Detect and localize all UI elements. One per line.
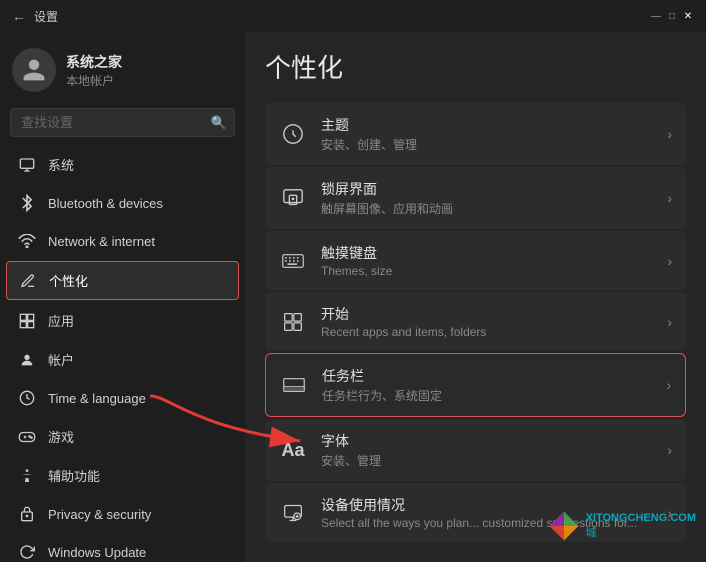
watermark-city: 城 <box>586 524 696 540</box>
start-icon <box>279 308 307 336</box>
system-icon <box>18 156 36 174</box>
chevron-icon: › <box>667 190 672 206</box>
device-usage-icon <box>279 499 307 527</box>
sidebar-item-label: Bluetooth & devices <box>48 196 163 211</box>
sidebar: 系统之家 本地帐户 🔍 系统 <box>0 32 245 562</box>
nav-personalization[interactable]: 个性化 <box>6 261 239 300</box>
chevron-icon: › <box>667 442 672 458</box>
time-icon <box>18 389 36 407</box>
nav-time[interactable]: Time & language <box>6 380 239 416</box>
nav-accessibility[interactable]: 辅助功能 <box>6 457 239 494</box>
network-icon <box>18 232 36 250</box>
nav-network[interactable]: Network & internet <box>6 223 239 259</box>
gaming-icon <box>18 428 36 446</box>
settings-text-lockscreen: 锁屏界面 触屏幕图像、应用和动画 <box>321 179 653 217</box>
settings-item-taskbar[interactable]: 任务栏 任务栏行为、系统固定 › <box>265 353 686 417</box>
taskbar-icon <box>280 371 308 399</box>
accounts-icon <box>18 351 36 369</box>
settings-label: 锁屏界面 <box>321 179 653 199</box>
search-container: 🔍 <box>10 108 235 137</box>
close-button[interactable]: ✕ <box>682 10 694 22</box>
settings-desc: 任务栏行为、系统固定 <box>322 387 652 404</box>
sidebar-item-label: Network & internet <box>48 234 155 249</box>
titlebar-controls: — □ ✕ <box>650 10 694 22</box>
sidebar-item-label: 帐户 <box>48 350 74 369</box>
personalization-icon <box>19 272 37 290</box>
user-type: 本地帐户 <box>66 72 122 89</box>
back-icon[interactable]: ← <box>12 8 26 24</box>
titlebar-left: ← 设置 <box>12 8 58 25</box>
chevron-icon: › <box>666 377 671 393</box>
watermark-text: XITONGCHENG.COM <box>586 512 696 524</box>
sidebar-item-label: 游戏 <box>48 427 74 446</box>
content-area: 系统之家 本地帐户 🔍 系统 <box>0 32 706 562</box>
settings-label: 任务栏 <box>322 366 652 386</box>
sidebar-item-label: 应用 <box>48 311 74 330</box>
search-icon: 🔍 <box>211 115 227 131</box>
sidebar-item-label: 系统 <box>48 155 74 174</box>
settings-list: 主题 安装、创建、管理 › 锁屏界面 触屏幕图像、应用和动画 <box>265 103 686 542</box>
settings-item-fonts[interactable]: Aa 字体 安装、管理 › <box>265 419 686 481</box>
settings-text-keyboard: 触摸键盘 Themes, size <box>321 243 653 278</box>
titlebar: ← 设置 — □ ✕ <box>0 0 706 32</box>
titlebar-title: 设置 <box>34 8 58 25</box>
fonts-icon: Aa <box>279 436 307 464</box>
sidebar-item-label: Privacy & security <box>48 507 151 522</box>
settings-text-theme: 主题 安装、创建、管理 <box>321 115 653 153</box>
lockscreen-icon <box>279 184 307 212</box>
watermark: XITONGCHENG.COM 城 <box>548 510 696 542</box>
apps-icon <box>18 312 36 330</box>
settings-desc: 安装、管理 <box>321 452 653 469</box>
minimize-button[interactable]: — <box>650 10 662 22</box>
page-title: 个性化 <box>265 48 686 85</box>
sidebar-item-label: Windows Update <box>48 545 146 560</box>
theme-icon <box>279 120 307 148</box>
nav-accounts[interactable]: 帐户 <box>6 341 239 378</box>
settings-desc: 安装、创建、管理 <box>321 136 653 153</box>
settings-label: 主题 <box>321 115 653 135</box>
user-section: 系统之家 本地帐户 <box>0 32 245 104</box>
chevron-icon: › <box>667 253 672 269</box>
accessibility-icon <box>18 467 36 485</box>
nav-privacy[interactable]: Privacy & security <box>6 496 239 532</box>
settings-label: 触摸键盘 <box>321 243 653 263</box>
sidebar-item-label: 辅助功能 <box>48 466 100 485</box>
user-avatar-icon <box>21 57 47 83</box>
chevron-icon: › <box>667 314 672 330</box>
sidebar-item-label: 个性化 <box>49 271 88 290</box>
settings-item-start[interactable]: 开始 Recent apps and items, folders › <box>265 292 686 351</box>
user-info: 系统之家 本地帐户 <box>66 52 122 89</box>
main-content: 个性化 主题 安装、创建、管理 › <box>245 32 706 562</box>
settings-text-start: 开始 Recent apps and items, folders <box>321 304 653 339</box>
windows-update-icon <box>18 543 36 561</box>
settings-item-keyboard[interactable]: 触摸键盘 Themes, size › <box>265 231 686 290</box>
settings-desc: Recent apps and items, folders <box>321 325 653 339</box>
privacy-icon <box>18 505 36 523</box>
search-input[interactable] <box>10 108 235 137</box>
bluetooth-icon <box>18 194 36 212</box>
nav-bluetooth[interactable]: Bluetooth & devices <box>6 185 239 221</box>
settings-desc: 触屏幕图像、应用和动画 <box>321 200 653 217</box>
nav-system[interactable]: 系统 <box>6 146 239 183</box>
settings-item-theme[interactable]: 主题 安装、创建、管理 › <box>265 103 686 165</box>
nav-windows-update[interactable]: Windows Update <box>6 534 239 562</box>
avatar <box>12 48 56 92</box>
nav-apps[interactable]: 应用 <box>6 302 239 339</box>
keyboard-icon <box>279 247 307 275</box>
sidebar-item-label: Time & language <box>48 391 146 406</box>
settings-text-fonts: 字体 安装、管理 <box>321 431 653 469</box>
watermark-logo <box>548 510 580 542</box>
settings-text-taskbar: 任务栏 任务栏行为、系统固定 <box>322 366 652 404</box>
settings-label: 开始 <box>321 304 653 324</box>
chevron-icon: › <box>667 126 672 142</box>
settings-item-lockscreen[interactable]: 锁屏界面 触屏幕图像、应用和动画 › <box>265 167 686 229</box>
settings-label: 字体 <box>321 431 653 451</box>
settings-desc: Themes, size <box>321 264 653 278</box>
user-name: 系统之家 <box>66 52 122 72</box>
nav-gaming[interactable]: 游戏 <box>6 418 239 455</box>
maximize-button[interactable]: □ <box>666 10 678 22</box>
